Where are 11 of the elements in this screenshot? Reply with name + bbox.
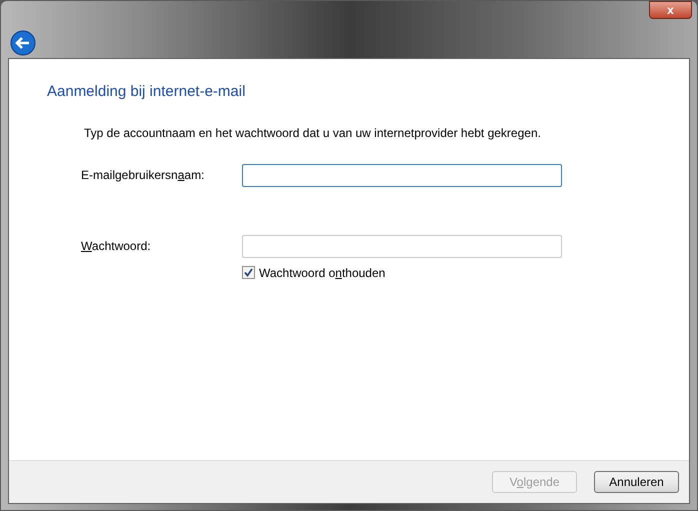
input-field[interactable] (242, 234, 562, 258)
input-field[interactable] (242, 164, 562, 186)
checkmark-icon (244, 268, 253, 277)
instruction-text: Typ de accountnaam en het wachtwoord dat u van uw internetprovider hebt gekregen. (84, 124, 541, 142)
field-label: E-mailgebruikersnaam: (81, 167, 206, 184)
checkbox[interactable] (242, 266, 255, 279)
cancel-button[interactable]: Annuleren (594, 471, 679, 493)
close-button[interactable]: x (649, 1, 692, 19)
page-heading: Aanmelding bij internet-e-mail (47, 82, 246, 102)
checkbox-label: Wachtwoord onthouden (259, 264, 386, 282)
field-label: Wachtwoord: (81, 238, 152, 255)
